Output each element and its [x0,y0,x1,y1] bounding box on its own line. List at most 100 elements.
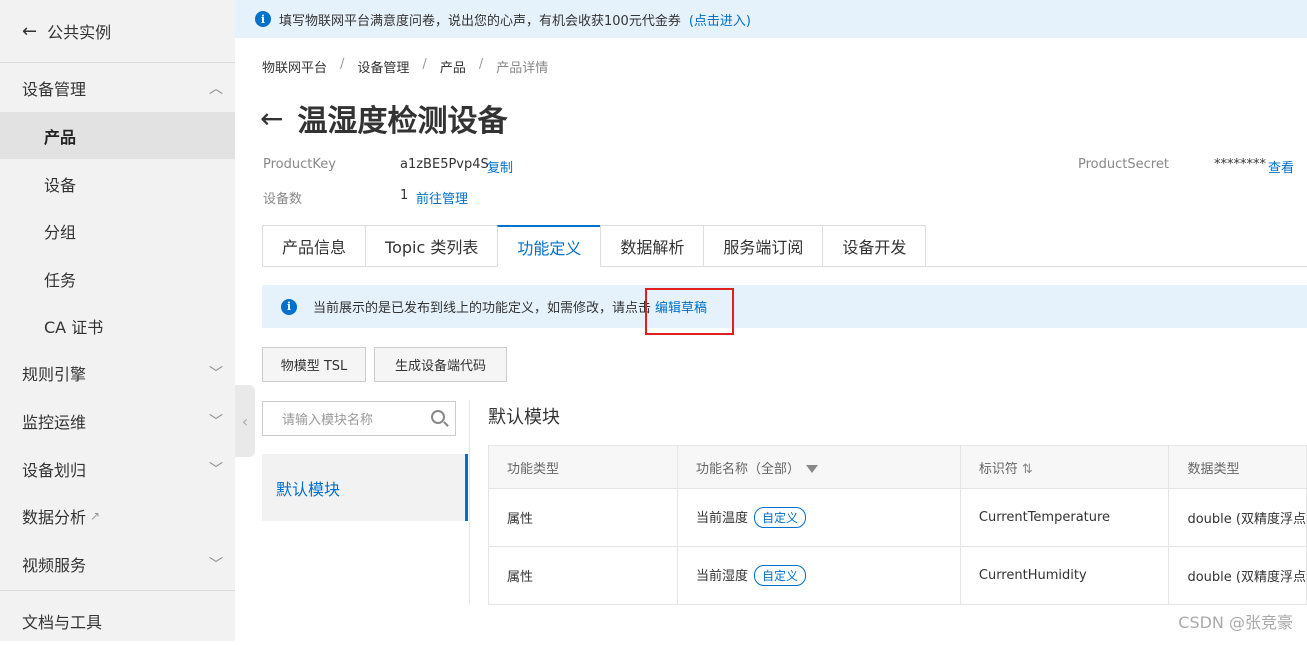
chevron-down-icon: ﹀ [209,414,223,430]
custom-tag: 自定义 [753,565,806,586]
back-to-public-instance[interactable]: ← 公共实例 [0,0,235,62]
cell-identifier: CurrentHumidity [959,546,1170,605]
tab-product-info[interactable]: 产品信息 [262,225,366,267]
product-key-label: ProductKey [263,157,336,172]
sidebar-item-ca-cert[interactable]: CA 证书 [0,302,235,349]
cell-name: 当前湿度 自定义 [676,546,961,605]
manage-devices-link[interactable]: 前往管理 [416,188,468,207]
breadcrumb-separator: / [340,57,345,72]
tab-device-development[interactable]: 设备开发 [822,225,927,267]
section-label: 文档与工具 [22,613,103,632]
sidebar: ← 公共实例 设备管理 ︿ 产品 设备 分组 任务 CA 证书 规则引擎 ﹀ 监… [0,0,235,641]
divider [0,590,235,591]
breadcrumb-separator: / [478,57,484,72]
function-name: 当前温度 [695,511,748,526]
sidebar-item-label: 设备 [44,175,77,195]
breadcrumb-item[interactable]: 产品 [440,57,466,76]
tsl-button[interactable]: 物模型 TSL [262,347,366,382]
breadcrumb-separator: / [422,57,427,72]
sidebar-section-docs-tools[interactable]: 文档与工具 [0,597,235,645]
table-row: 属性 当前温度 自定义 CurrentTemperature double (双精… [488,488,1307,547]
cell-data-type: double (双精度浮点 [1168,546,1307,605]
section-label: 监控运维 [22,413,87,432]
chevron-up-icon: ︿ [209,81,223,97]
sidebar-item-label: 任务 [44,270,77,290]
divider [469,400,470,605]
sidebar-section-device-management[interactable]: 设备管理 ︿ [0,64,235,112]
sidebar-item-label: 产品 [44,127,77,147]
tab-data-parsing[interactable]: 数据解析 [600,225,704,267]
chevron-down-icon: ﹀ [209,462,223,478]
tab-function-definition[interactable]: 功能定义 [497,225,601,267]
chevron-down-icon: ﹀ [209,366,223,382]
column-header: 功能类型 [488,445,678,489]
cell-type: 属性 [488,546,678,605]
module-title: 默认模块 [488,407,560,428]
column-header-function-name[interactable]: 功能名称（全部） [676,445,961,489]
column-header: 功能名称（全部） [695,461,800,477]
module-search-input[interactable]: 请输入模块名称 [262,401,456,436]
function-table: 功能类型 功能名称（全部） 标识符 ⇅ 数据类型 属性 当前温度 自定义 Curre… [488,445,1307,605]
cell-name: 当前温度 自定义 [676,488,961,547]
external-link-icon: ↗ [90,509,101,523]
section-label: 视频服务 [22,556,87,575]
notice-bar: i 当前展示的是已发布到线上的功能定义，如需修改，请点击 编辑草稿 [262,285,1307,328]
section-label: 规则引擎 [22,365,87,384]
sidebar-item-task[interactable]: 任务 [0,255,235,302]
cell-type: 属性 [488,488,678,547]
survey-banner: i 填写物联网平台满意度问卷，说出您的心声，有机会收获100元代金券 (点击进入… [235,0,1307,38]
sidebar-item-group[interactable]: 分组 [0,207,235,254]
tab-bar: 产品信息 Topic 类列表 功能定义 数据解析 服务端订阅 设备开发 [262,225,927,267]
product-secret-label: ProductSecret [1078,157,1169,172]
page-title: 温湿度检测设备 [297,104,508,139]
back-arrow-icon[interactable]: ← [260,102,283,135]
banner-link[interactable]: (点击进入) [689,10,751,29]
table-row: 属性 当前湿度 自定义 CurrentHumidity double (双精度浮点 [488,546,1307,605]
breadcrumb-current: 产品详情 [496,61,549,76]
filter-icon[interactable] [805,465,818,473]
device-count-label: 设备数 [263,192,303,207]
sidebar-section-monitoring[interactable]: 监控运维 ﹀ [0,397,235,445]
main-content: i 填写物联网平台满意度问卷，说出您的心声，有机会收获100元代金券 (点击进入… [235,0,1307,641]
cell-identifier: CurrentTemperature [959,488,1170,547]
sidebar-item-label: CA 证书 [44,317,104,337]
sidebar-item-label: 分组 [44,222,77,242]
table-header-row: 功能类型 功能名称（全部） 标识符 ⇅ 数据类型 [488,445,1307,489]
info-icon: i [281,298,297,315]
product-secret-value: ******** [1214,157,1266,172]
sort-icon[interactable]: ⇅ [1022,462,1033,477]
cell-data-type: double (双精度浮点 [1168,488,1307,547]
view-secret-link[interactable]: 查看 [1268,157,1294,176]
notice-text: 当前展示的是已发布到线上的功能定义，如需修改，请点击 [313,301,652,316]
column-header: 标识符 [978,461,1018,477]
section-label: 数据分析 [22,508,87,527]
sidebar-section-device-assign[interactable]: 设备划归 ﹀ [0,445,235,493]
device-count-value: 1 [400,188,409,203]
section-label: 设备划归 [22,461,87,480]
sidebar-item-product[interactable]: 产品 [0,112,235,159]
generate-code-button[interactable]: 生成设备端代码 [374,347,507,382]
column-header-identifier[interactable]: 标识符 ⇅ [959,445,1170,489]
tab-server-subscription[interactable]: 服务端订阅 [703,225,823,267]
breadcrumb: 物联网平台 / 设备管理 / 产品 / 产品详情 [262,57,548,76]
sidebar-section-video[interactable]: 视频服务 ﹀ [0,540,235,588]
breadcrumb-item[interactable]: 设备管理 [357,57,409,76]
back-label: 公共实例 [47,23,112,42]
highlight-annotation [645,288,734,335]
search-icon[interactable] [431,410,445,424]
chevron-down-icon: ﹀ [209,557,223,573]
sidebar-item-device[interactable]: 设备 [0,160,235,207]
breadcrumb-item[interactable]: 物联网平台 [262,57,327,76]
module-list-item[interactable]: 默认模块 [262,454,468,521]
section-label: 设备管理 [22,80,87,99]
search-placeholder: 请输入模块名称 [282,413,374,428]
info-icon: i [255,11,271,27]
sidebar-section-data-analysis[interactable]: 数据分析 ↗ [0,492,235,540]
banner-text: 填写物联网平台满意度问卷，说出您的心声，有机会收获100元代金券 [279,13,681,29]
divider [0,62,235,63]
function-name: 当前湿度 [695,569,748,584]
column-header: 数据类型 [1168,445,1307,489]
sidebar-section-rule-engine[interactable]: 规则引擎 ﹀ [0,349,235,397]
tab-topic-list[interactable]: Topic 类列表 [365,225,498,267]
copy-link[interactable]: 复制 [487,157,513,176]
